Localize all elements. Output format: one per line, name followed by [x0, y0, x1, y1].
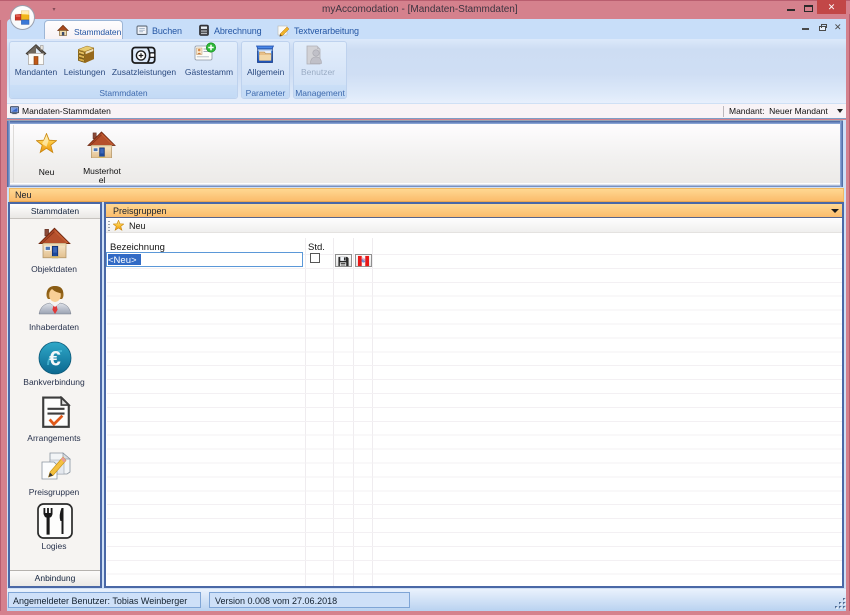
svg-text:€: €	[49, 348, 61, 371]
